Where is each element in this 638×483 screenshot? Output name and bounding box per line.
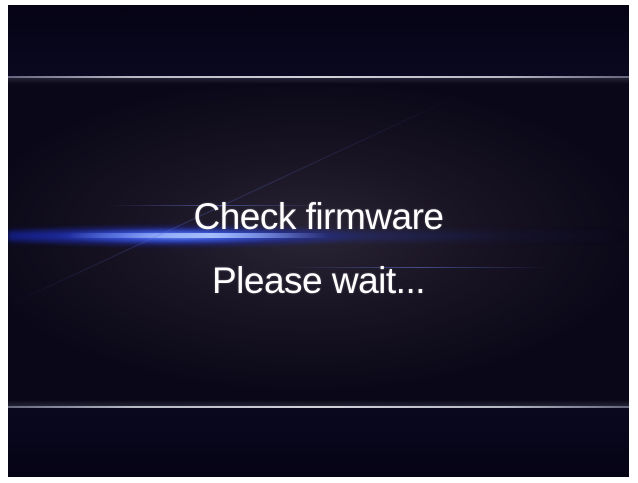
top-bar xyxy=(8,5,629,77)
top-divider-glow xyxy=(8,78,629,84)
firmware-check-title: Check firmware xyxy=(193,196,445,237)
please-wait-status: Please wait... xyxy=(211,260,426,301)
boot-screen: Check firmware Please wait... xyxy=(8,5,629,477)
bottom-divider-glow xyxy=(8,400,629,406)
bottom-bar xyxy=(8,407,629,477)
bottom-divider xyxy=(8,406,629,408)
